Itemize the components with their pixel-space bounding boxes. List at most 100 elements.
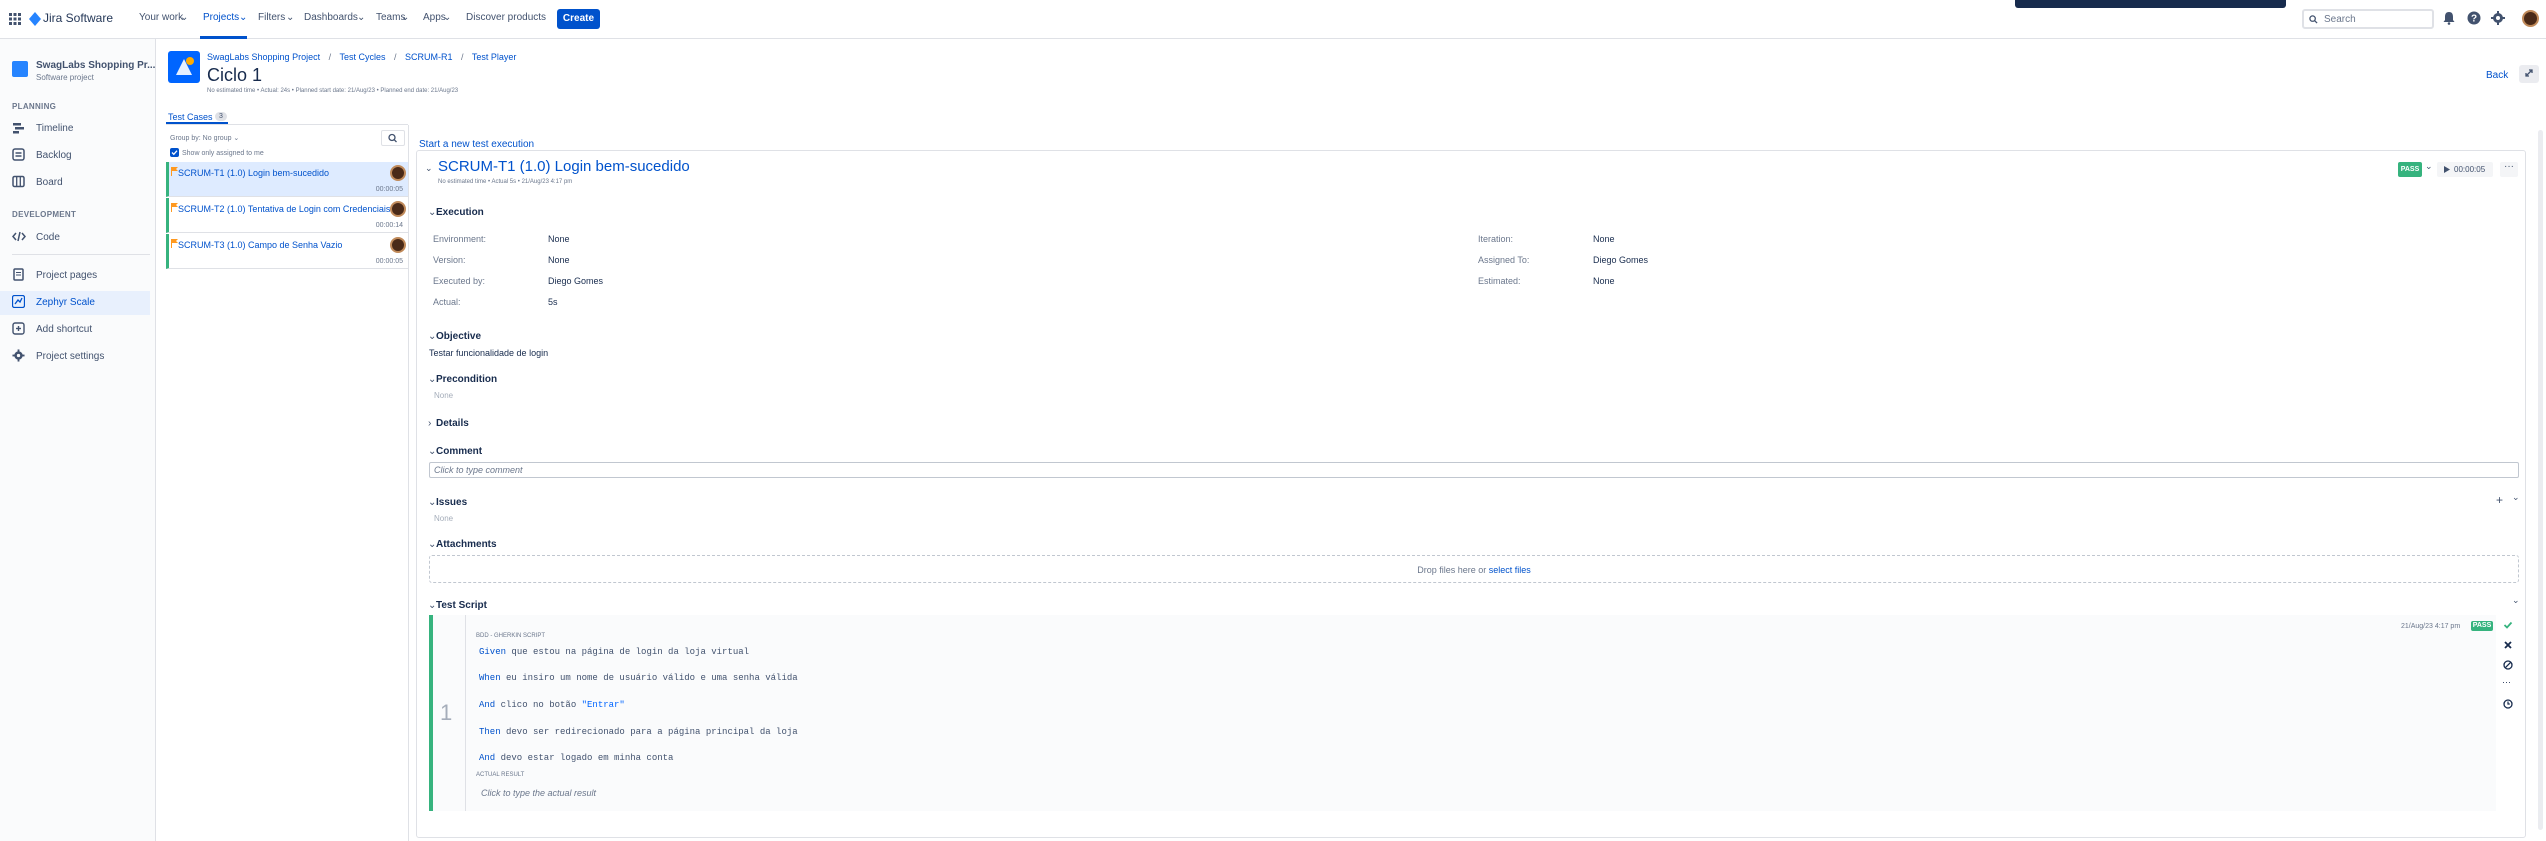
step-execution-date: 21/Aug/23 4:17 pm — [2401, 623, 2461, 630]
field-value[interactable]: None — [1593, 276, 1615, 286]
help-icon[interactable]: ? — [2467, 11, 2483, 27]
section-test-script[interactable]: ⌄Test Script — [428, 600, 487, 611]
section-execution[interactable]: ⌄Execution — [428, 207, 484, 218]
panel-splitter[interactable] — [408, 125, 409, 841]
field-value[interactable]: None — [548, 255, 570, 265]
chevron-down-icon[interactable]: ⌄ — [2512, 492, 2520, 503]
status-dropdown-chevron-icon[interactable]: ⌄ — [2425, 161, 2433, 172]
product-name[interactable]: Jira Software — [43, 11, 113, 25]
jira-logo-icon[interactable] — [29, 12, 41, 29]
sidebar-item-backlog[interactable]: Backlog — [12, 144, 152, 168]
field-value[interactable]: None — [1593, 234, 1615, 244]
start-new-execution-link[interactable]: Start a new test execution — [419, 139, 534, 150]
gherkin-line: Given que estou na página de login da lo… — [479, 647, 750, 657]
project-name[interactable]: SwagLabs Shopping Pr... — [36, 60, 155, 71]
select-files-link[interactable]: select files — [1489, 565, 1531, 575]
sidebar-item-zephyr-scale[interactable]: Zephyr Scale — [0, 291, 150, 315]
step-timer-icon[interactable] — [2503, 699, 2513, 712]
fullscreen-icon[interactable] — [2519, 65, 2539, 83]
test-case-row-1[interactable]: SCRUM-T1 (1.0) Login bem-sucedido 00:00:… — [166, 162, 408, 197]
only-assigned-checkbox[interactable] — [170, 148, 179, 157]
timer[interactable]: 00:00:05 — [2437, 162, 2493, 177]
section-comment[interactable]: ⌄Comment — [428, 446, 482, 457]
more-step-options-icon[interactable]: ··· — [2502, 677, 2511, 687]
create-button[interactable]: Create — [557, 9, 600, 29]
flag-icon — [171, 167, 178, 179]
pass-step-check-icon[interactable] — [2503, 620, 2513, 633]
back-button[interactable]: Back — [2486, 70, 2508, 81]
flag-icon — [171, 203, 178, 215]
overlay-tab — [2015, 0, 2286, 8]
left-panel-search-icon[interactable] — [381, 130, 405, 146]
breadcrumb-test-player[interactable]: Test Player — [472, 52, 517, 62]
sidebar-item-add-shortcut[interactable]: Add shortcut — [12, 318, 152, 342]
comment-input[interactable]: Click to type comment — [429, 462, 2519, 478]
sidebar-item-project-pages[interactable]: Project pages — [12, 264, 152, 288]
settings-gear-icon[interactable] — [2491, 11, 2507, 27]
step-status-badge[interactable]: PASS — [2471, 621, 2493, 631]
chevron-down-icon: ⌄ — [401, 12, 410, 23]
sidebar-item-timeline[interactable]: Timeline — [12, 117, 152, 141]
nav-discover-products[interactable]: Discover products — [466, 12, 546, 23]
sidebar-divider — [12, 254, 150, 255]
more-options-icon[interactable]: ··· — [2500, 162, 2518, 177]
nav-filters[interactable]: Filters — [258, 12, 285, 23]
fail-step-x-icon[interactable] — [2503, 640, 2513, 653]
project-type: Software project — [36, 73, 94, 82]
search-icon — [2309, 15, 2318, 24]
breadcrumb-project[interactable]: SwagLabs Shopping Project — [207, 52, 320, 62]
gherkin-line: Then devo ser redirecionado para a págin… — [479, 727, 798, 737]
nav-your-work[interactable]: Your work — [139, 12, 183, 23]
group-by-select[interactable]: Group by: No group ⌄ — [170, 134, 239, 142]
sidebar-item-label: Timeline — [36, 123, 74, 134]
section-objective[interactable]: ⌄Objective — [428, 331, 481, 342]
actual-result-input[interactable]: Click to type the actual result — [481, 788, 596, 798]
precondition-text: None — [434, 391, 454, 400]
section-precondition[interactable]: ⌄Precondition — [428, 374, 497, 385]
dropzone-text: Drop files here or — [1417, 565, 1487, 575]
section-details[interactable]: › Details — [428, 418, 469, 429]
sidebar-item-project-settings[interactable]: Project settings — [12, 345, 152, 369]
breadcrumb-test-cycles[interactable]: Test Cycles — [339, 52, 385, 62]
execution-status-badge[interactable]: PASS — [2398, 162, 2422, 177]
play-icon[interactable] — [2442, 162, 2452, 177]
field-label: Iteration: — [1478, 234, 1514, 244]
sidebar: SwagLabs Shopping Pr... Software project… — [0, 39, 156, 841]
field-value[interactable]: 5s — [548, 297, 558, 307]
breadcrumb-cycle-key[interactable]: SCRUM-R1 — [405, 52, 453, 62]
tab-test-cases[interactable]: Test Cases — [168, 112, 213, 122]
collapse-chevron-icon[interactable]: ⌄ — [425, 163, 433, 174]
chevron-down-icon: ⌄ — [180, 12, 189, 23]
notifications-icon[interactable] — [2442, 11, 2458, 27]
sidebar-item-label: Backlog — [36, 150, 72, 161]
test-case-time: 00:00:05 — [375, 258, 403, 265]
execution-meta: No estimated time • Actual 5s • 21/Aug/2… — [438, 179, 573, 185]
search-input[interactable]: Search — [2302, 9, 2434, 29]
field-value[interactable]: Diego Gomes — [548, 276, 603, 286]
cycle-meta: No estimated time • Actual: 24s • Planne… — [207, 88, 459, 94]
section-title: Comment — [436, 446, 483, 457]
section-title: Issues — [436, 497, 468, 508]
attachments-dropzone[interactable]: Drop files here or select files — [429, 555, 2519, 583]
user-avatar[interactable] — [2522, 10, 2539, 27]
assignee-avatar — [390, 165, 406, 181]
field-value[interactable]: Diego Gomes — [1593, 255, 1648, 265]
app-switcher-icon[interactable] — [9, 13, 21, 28]
test-script-menu-chevron-icon[interactable]: ⌄ — [2512, 595, 2520, 606]
sidebar-item-code[interactable]: Code — [12, 226, 152, 250]
add-issue-icon[interactable]: + — [2496, 493, 2503, 507]
sidebar-item-board[interactable]: Board — [12, 171, 152, 195]
section-attachments[interactable]: ⌄Attachments — [428, 539, 497, 550]
test-case-row-3[interactable]: SCRUM-T3 (1.0) Campo de Senha Vazio 00:0… — [166, 234, 408, 269]
nav-projects[interactable]: Projects — [203, 12, 239, 23]
page-scrollbar[interactable] — [2538, 130, 2543, 830]
block-step-icon[interactable] — [2503, 660, 2513, 673]
section-issues[interactable]: ⌄Issues — [428, 497, 467, 508]
assignee-avatar — [390, 201, 406, 217]
planning-heading: PLANNING — [12, 102, 57, 111]
field-value[interactable]: None — [548, 234, 570, 244]
nav-dashboards[interactable]: Dashboards — [304, 12, 358, 23]
test-case-row-2[interactable]: SCRUM-T2 (1.0) Tentativa de Login com Cr… — [166, 198, 408, 233]
breadcrumb: SwagLabs Shopping Project / Test Cycles … — [207, 52, 517, 62]
project-avatar[interactable] — [12, 61, 28, 77]
